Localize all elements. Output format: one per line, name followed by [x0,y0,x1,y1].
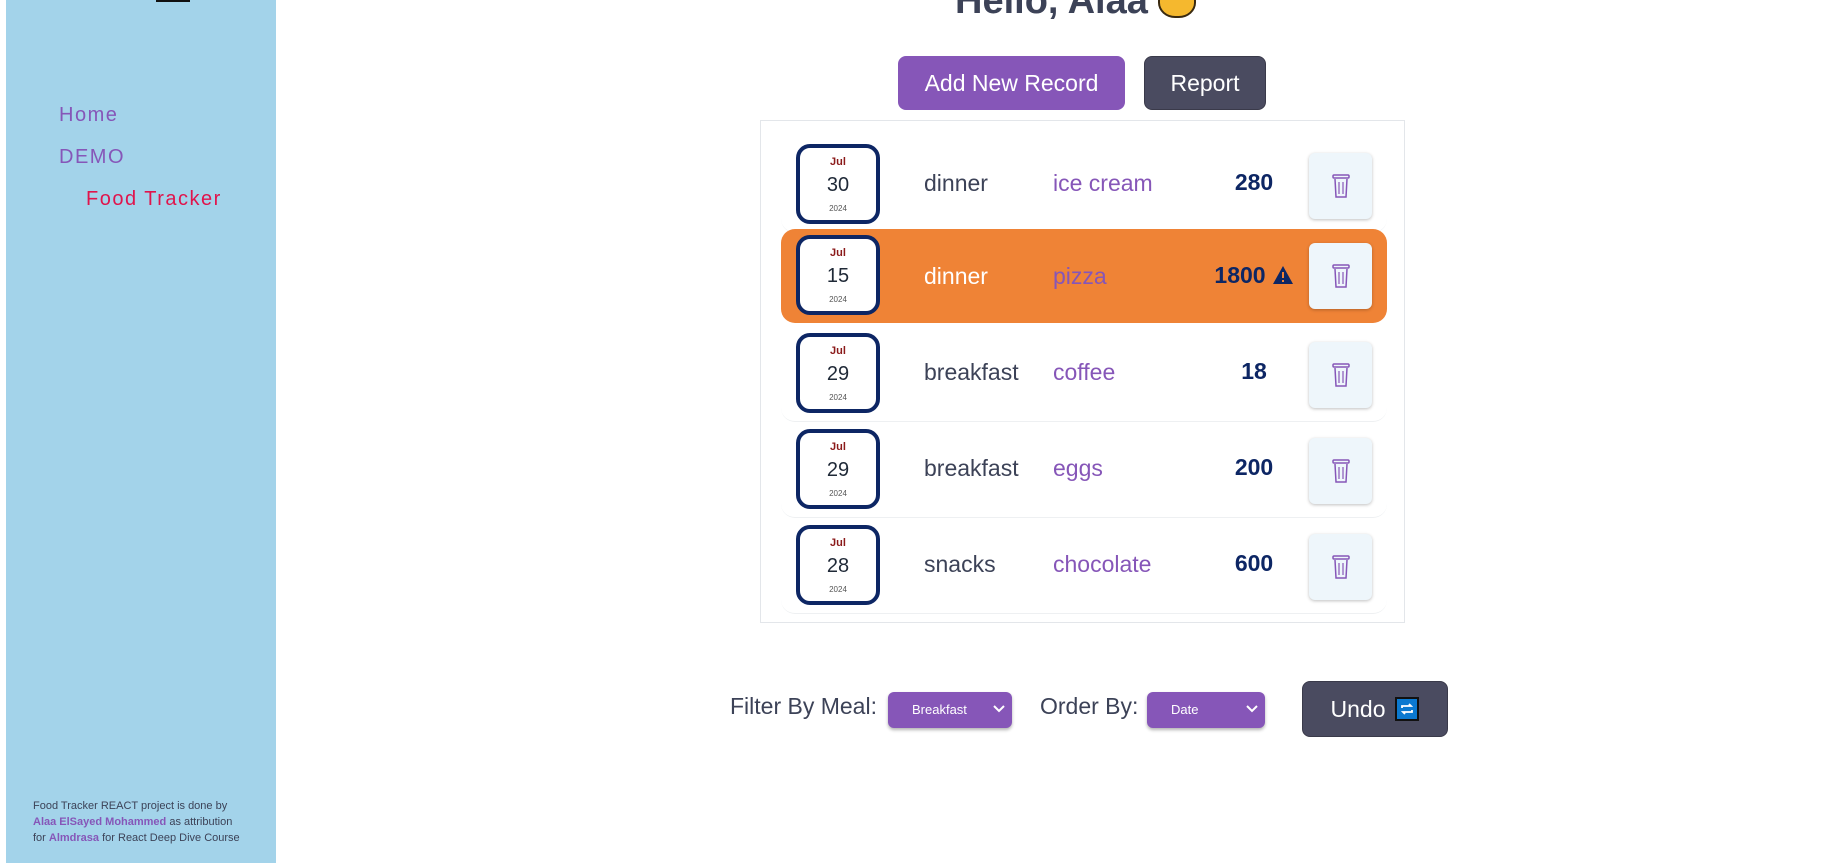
calories-value: 18 [1241,358,1267,384]
record-row: Jul 28 2024 snacks chocolate 600 [781,522,1387,614]
food-name: chocolate [1053,551,1152,577]
org-link[interactable]: Almdrasa [49,832,99,844]
calories-value: 280 [1234,169,1274,195]
waving-hand-icon [1157,0,1196,18]
calories: 200 [1194,454,1314,481]
date-badge: Jul 28 2024 [796,525,880,605]
meal-type: breakfast [924,455,1019,481]
delete-button[interactable] [1309,243,1372,309]
date-badge: Jul 29 2024 [796,333,880,413]
chevron-down-icon [1246,705,1258,713]
date-day: 29 [826,459,850,481]
attribution: Food Tracker REACT project is done by Al… [33,798,273,846]
food-name: coffee [1053,359,1116,385]
order-by-value: Date [1171,702,1199,717]
date-year: 2024 [829,204,847,213]
date-month: Jul [830,156,846,168]
meal-filter-select[interactable]: Breakfast [888,692,1012,728]
attribution-text: for [33,832,49,844]
delete-button[interactable] [1309,438,1372,504]
date-day: 30 [826,174,850,196]
warning-icon [1272,265,1293,284]
calories: 18 [1194,358,1314,385]
record-row: Jul 29 2024 breakfast eggs 200 [781,426,1387,518]
trash-icon [1331,264,1350,288]
date-day: 28 [826,555,850,577]
date-year: 2024 [829,393,847,402]
record-row: Jul 29 2024 breakfast coffee 18 [781,330,1387,422]
sidebar: Home DEMO Food Tracker Food Tracker REAC… [6,0,276,863]
delete-button[interactable] [1309,153,1372,219]
date-badge: Jul 15 2024 [796,235,880,315]
attribution-text: for React Deep Dive Course [99,832,240,844]
add-new-record-button[interactable]: Add New Record [898,56,1125,110]
meal-filter-value: Breakfast [912,702,967,717]
food-name: eggs [1053,455,1103,481]
trash-icon [1331,363,1350,387]
trash-icon [1331,459,1350,483]
records-list: Jul 30 2024 dinner ice cream 280 Jul 15 … [760,120,1405,623]
date-day: 15 [826,265,850,287]
calories-value: 200 [1234,454,1274,480]
author-link[interactable]: Alaa ElSayed Mohammed [33,816,166,828]
date-month: Jul [830,247,846,259]
food-name: pizza [1053,263,1107,289]
date-year: 2024 [829,585,847,594]
trash-icon [1331,174,1350,198]
record-row: Jul 30 2024 dinner ice cream 280 [781,141,1387,233]
attribution-text: Food Tracker REACT project is done by [33,800,228,812]
order-by-select[interactable]: Date [1147,692,1265,728]
date-day: 29 [826,363,850,385]
trash-icon [1331,555,1350,579]
sidebar-item-home[interactable]: Home [59,104,118,127]
meal-type: breakfast [924,359,1019,385]
meal-type: dinner [924,170,988,196]
calories: 280 [1194,169,1314,196]
calories: 1800 [1194,262,1314,289]
food-name: ice cream [1053,170,1153,196]
calories-value: 1800 [1214,262,1266,288]
page-title: Hello, Alaa [955,0,1196,23]
date-badge: Jul 30 2024 [796,144,880,224]
date-year: 2024 [829,489,847,498]
delete-button[interactable] [1309,534,1372,600]
filter-meal-label: Filter By Meal: [730,693,877,719]
date-badge: Jul 29 2024 [796,429,880,509]
undo-button[interactable]: Undo [1302,681,1448,737]
undo-label: Undo [1330,695,1386,722]
sidebar-item-demo[interactable]: DEMO [59,146,125,169]
delete-button[interactable] [1309,342,1372,408]
chevron-down-icon [993,705,1005,713]
logo [156,0,190,2]
calories: 600 [1194,550,1314,577]
date-month: Jul [830,345,846,357]
report-button[interactable]: Report [1144,56,1266,110]
greeting-text: Hello, Alaa [955,0,1148,22]
attribution-text: as attribution [166,816,233,828]
date-year: 2024 [829,295,847,304]
repeat-icon [1395,697,1420,721]
order-by-label: Order By: [1040,693,1139,719]
meal-type: snacks [924,551,996,577]
calories-value: 600 [1234,550,1274,576]
date-month: Jul [830,537,846,549]
date-month: Jul [830,441,846,453]
sidebar-item-food-tracker[interactable]: Food Tracker [86,188,222,211]
meal-type: dinner [924,263,988,289]
record-row: Jul 15 2024 dinner pizza 1800 [781,229,1387,323]
